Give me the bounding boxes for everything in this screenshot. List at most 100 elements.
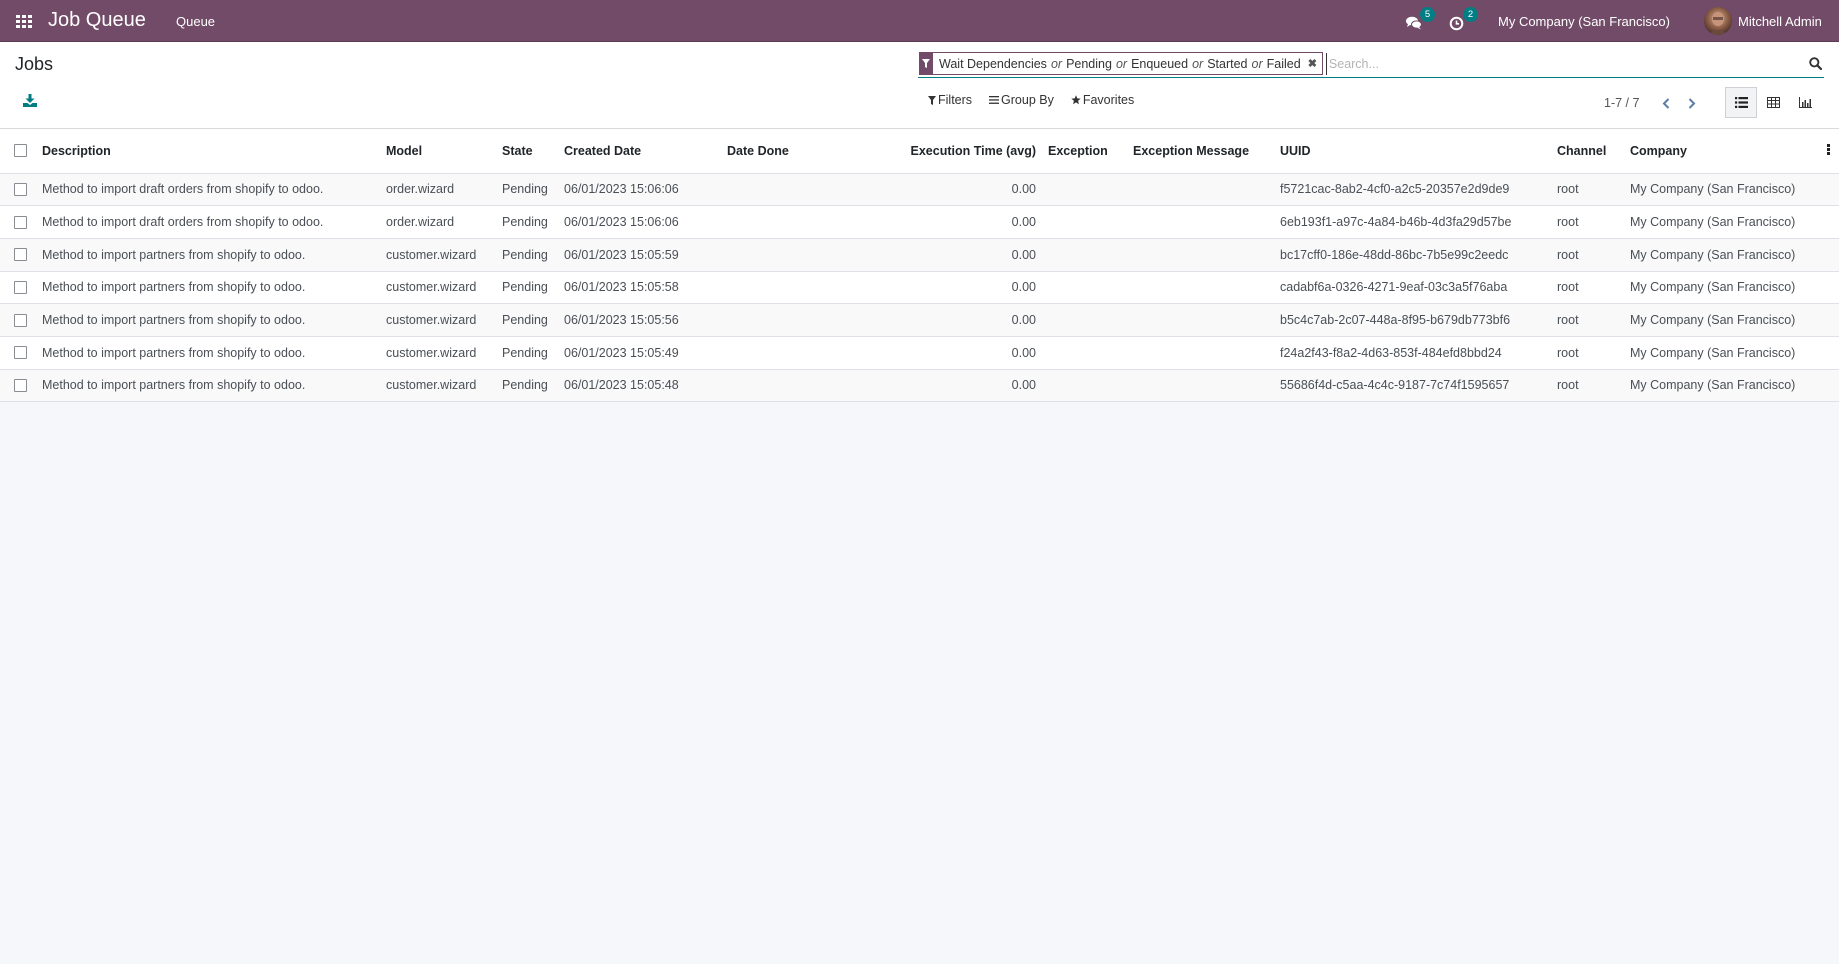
facet-remove-icon[interactable]: ✖ — [1308, 57, 1317, 70]
cell-uuid: cadabf6a-0326-4271-9eaf-03c3a5f76aba — [1280, 280, 1508, 295]
cell-state: Pending — [502, 215, 548, 230]
search-bar: Wait Dependencies or Pending or Enqueued… — [918, 50, 1824, 78]
pivot-view-button[interactable] — [1757, 87, 1789, 118]
app-name[interactable]: Job Queue — [48, 7, 146, 33]
cell-exception-message — [1127, 206, 1274, 239]
cell-description: Method to import partners from shopify t… — [42, 345, 306, 360]
pager-next-button[interactable] — [1681, 94, 1703, 112]
cell-done — [721, 173, 900, 206]
apps-grid-icon — [16, 14, 32, 28]
row-checkbox[interactable] — [14, 313, 27, 327]
optional-columns-toggle[interactable] — [1810, 129, 1839, 174]
table-row[interactable]: Method to import partners from shopify t… — [0, 369, 1839, 402]
activities-button[interactable]: 2 — [1449, 7, 1479, 32]
bars-icon — [989, 96, 1000, 104]
select-all-checkbox[interactable] — [14, 144, 27, 158]
cell-done — [721, 336, 900, 369]
column-header-execution-time[interactable]: Execution Time (avg) — [900, 129, 1042, 174]
row-select-cell — [0, 238, 36, 271]
cell-state: Pending — [502, 378, 548, 393]
cell-created: 06/01/2023 15:06:06 — [564, 182, 679, 197]
search-button[interactable] — [1806, 55, 1824, 73]
apps-menu-button[interactable] — [14, 11, 34, 31]
user-menu[interactable]: Mitchell Admin — [1704, 6, 1822, 36]
cell-done — [721, 206, 900, 239]
column-header-uuid[interactable]: UUID — [1274, 129, 1551, 174]
page-title: Jobs — [15, 54, 54, 74]
list-view-button[interactable] — [1725, 87, 1757, 118]
table-row[interactable]: Method to import draft orders from shopi… — [0, 173, 1839, 206]
table-row[interactable]: Method to import partners from shopify t… — [0, 238, 1839, 272]
menu-item-queue[interactable]: Queue — [176, 11, 215, 31]
clock-icon — [1449, 16, 1464, 30]
search-facet-state-filter[interactable]: Wait Dependencies or Pending or Enqueued… — [919, 52, 1323, 75]
chevron-right-icon — [1689, 97, 1696, 109]
cell-company: My Company (San Francisco) — [1630, 378, 1796, 393]
cell-uuid: 6eb193f1-a97c-4a84-b46b-4d3fa29d57be — [1280, 215, 1512, 230]
export-download-button[interactable] — [23, 94, 39, 110]
row-checkbox[interactable] — [14, 215, 27, 229]
facet-value: Wait Dependencies — [939, 56, 1047, 71]
company-switcher[interactable]: My Company (San Francisco) — [1498, 11, 1670, 31]
table-row[interactable]: Method to import partners from shopify t… — [0, 303, 1839, 337]
messages-button[interactable]: 5 — [1406, 7, 1436, 32]
row-spacer-cell — [1810, 271, 1839, 304]
kebab-menu-icon — [1827, 143, 1830, 155]
row-select-cell — [0, 304, 36, 337]
table-header-row: Description Model State Created Date Dat… — [0, 129, 1839, 174]
row-checkbox[interactable] — [14, 248, 27, 262]
cell-company: My Company (San Francisco) — [1630, 313, 1796, 328]
pager-previous-button[interactable] — [1655, 94, 1677, 112]
cell-uuid: f24a2f43-f8a2-4d63-853f-484efd8bbd24 — [1280, 345, 1502, 360]
column-header-model[interactable]: Model — [380, 129, 496, 174]
cell-description: Method to import draft orders from shopi… — [42, 215, 324, 230]
cell-exec-time: 0.00 — [1011, 247, 1036, 262]
column-header-state[interactable]: State — [496, 129, 558, 174]
cell-state: Pending — [502, 313, 548, 328]
facet-separator: or — [1050, 56, 1063, 71]
cell-done — [721, 271, 900, 304]
search-input[interactable] — [1325, 52, 1806, 75]
cell-company: My Company (San Francisco) — [1630, 182, 1796, 197]
column-header-exception[interactable]: Exception — [1042, 129, 1127, 174]
table-grid-icon — [1766, 97, 1780, 108]
table-row[interactable]: Method to import partners from shopify t… — [0, 336, 1839, 370]
cell-exception — [1042, 173, 1127, 206]
cell-created: 06/01/2023 15:05:49 — [564, 345, 679, 360]
column-header-channel[interactable]: Channel — [1551, 129, 1624, 174]
column-header-created-date[interactable]: Created Date — [558, 129, 721, 174]
jobs-list: Description Model State Created Date Dat… — [0, 129, 1839, 402]
row-checkbox[interactable] — [14, 280, 27, 294]
filters-button[interactable]: Filters — [928, 93, 972, 107]
favorites-button[interactable]: Favorites — [1071, 93, 1134, 107]
row-checkbox[interactable] — [14, 378, 27, 392]
column-header-date-done[interactable]: Date Done — [721, 129, 900, 174]
favorites-label: Favorites — [1082, 93, 1135, 107]
group-by-button[interactable]: Group By — [989, 93, 1054, 107]
row-select-cell — [0, 271, 36, 304]
cell-state: Pending — [502, 345, 548, 360]
pager-value[interactable]: 1-7 / 7 — [1604, 96, 1639, 110]
table-row[interactable]: Method to import partners from shopify t… — [0, 271, 1839, 304]
row-checkbox[interactable] — [14, 346, 27, 360]
facet-label: Wait Dependencies or Pending or Enqueued… — [933, 52, 1323, 75]
row-checkbox[interactable] — [14, 182, 27, 196]
cell-exception-message — [1127, 336, 1274, 369]
cell-description: Method to import partners from shopify t… — [42, 313, 306, 328]
column-header-description[interactable]: Description — [36, 129, 380, 174]
cell-description: Method to import partners from shopify t… — [42, 378, 306, 393]
cell-company: My Company (San Francisco) — [1630, 215, 1796, 230]
cell-done — [721, 304, 900, 337]
cell-model: customer.wizard — [386, 345, 477, 360]
column-header-exception-message[interactable]: Exception Message — [1127, 129, 1274, 174]
cell-model: customer.wizard — [386, 247, 477, 262]
cell-created: 06/01/2023 15:06:06 — [564, 215, 679, 230]
cell-model: customer.wizard — [386, 280, 477, 295]
user-name: Mitchell Admin — [1738, 13, 1822, 29]
filter-icon — [928, 95, 936, 105]
cell-exception — [1042, 369, 1127, 402]
graph-view-button[interactable] — [1789, 87, 1821, 118]
cell-done — [721, 369, 900, 402]
column-header-company[interactable]: Company — [1624, 129, 1810, 174]
table-row[interactable]: Method to import draft orders from shopi… — [0, 205, 1839, 239]
